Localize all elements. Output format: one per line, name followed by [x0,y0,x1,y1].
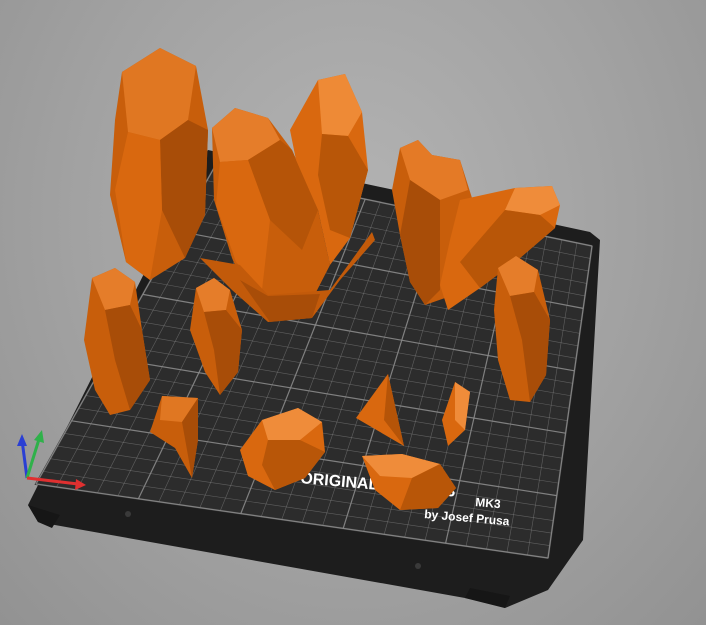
bed-mount-hole [125,511,131,517]
y-axis-line [25,435,42,479]
bed-mount-hole [415,563,421,569]
z-axis-arrow-icon [17,434,27,446]
bed-model-text: MK3 [475,495,502,511]
y-axis-arrow-icon [34,430,44,443]
3d-viewport[interactable]: ORIGINAL PRUSA i3 MK3 by Josef Prusa [0,0,706,625]
